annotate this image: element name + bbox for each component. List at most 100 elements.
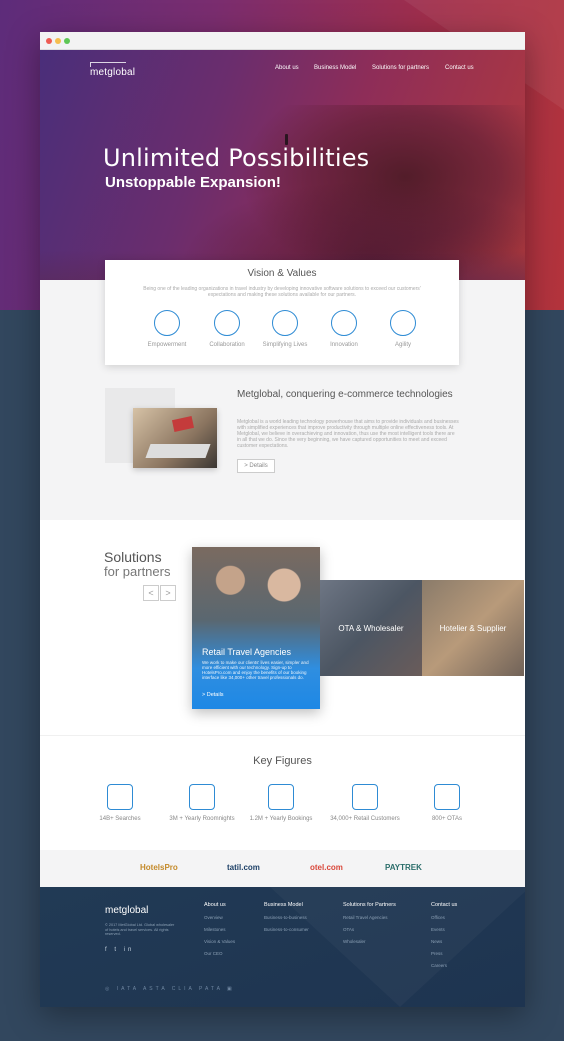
solution-tile-ota[interactable]: OTA & Wholesaler xyxy=(320,580,422,676)
map-pin-building-icon xyxy=(268,784,294,810)
value-label: Simplifying Lives xyxy=(262,342,308,348)
solutions-section: Solutions for partners < > Retail Travel… xyxy=(40,520,525,735)
nav-about[interactable]: About us xyxy=(275,65,299,71)
building-icon xyxy=(189,784,215,810)
partners-bar: HotelsPro tatil.com otel.com PAYTREK xyxy=(40,850,525,887)
browser-window: metglobal About us Business Model Soluti… xyxy=(40,32,525,1007)
membership-badges: ◎ IATA ASTA CLIA PATA ▣ xyxy=(105,986,235,992)
hero-section: metglobal About us Business Model Soluti… xyxy=(40,50,525,280)
footer-heading: Contact us xyxy=(431,902,458,908)
credit-card xyxy=(171,416,195,432)
value-simplifying: Simplifying Lives xyxy=(255,310,315,348)
people-photo xyxy=(192,547,320,642)
footer-link[interactable]: Retail Travel Agencies xyxy=(343,915,396,920)
kf-label: 14B+ Searches xyxy=(99,816,141,822)
footer-link[interactable]: Press xyxy=(431,951,457,956)
close-dot-icon[interactable] xyxy=(46,38,52,44)
partner-tatil[interactable]: tatil.com xyxy=(227,863,260,872)
next-arrow-button[interactable]: > xyxy=(160,585,176,601)
about-text: Metglobal is a world leading technology … xyxy=(237,419,459,449)
value-collaboration: Collaboration xyxy=(197,310,257,348)
kf-otas: 800+ OTAs xyxy=(412,784,482,823)
footer-link[interactable]: OTAs xyxy=(343,927,396,932)
minimize-dot-icon[interactable] xyxy=(55,38,61,44)
kf-label: 3M + Yearly Roomnights xyxy=(169,816,235,822)
value-empowerment: Empowerment xyxy=(137,310,197,348)
solution-card-title: Retail Travel Agencies xyxy=(202,647,292,657)
solution-card-details-link[interactable]: > Details xyxy=(202,692,224,698)
value-label: Empowerment xyxy=(147,342,187,348)
nav-business-model[interactable]: Business Model xyxy=(314,65,356,71)
browser-chrome xyxy=(40,32,525,50)
vision-card: Vision & Values Being one of the leading… xyxy=(105,260,459,365)
kf-label: 1.2M + Yearly Bookings xyxy=(249,816,313,822)
arrows-up-icon xyxy=(390,310,416,336)
about-title: Metglobal, conquering e-commerce technol… xyxy=(237,389,453,400)
footer-link[interactable]: News xyxy=(431,939,457,944)
social-icons[interactable]: f t in xyxy=(105,947,134,953)
key-figures-section: Key Figures 14B+ Searches 3M + Yearly Ro… xyxy=(40,735,525,850)
people-icon xyxy=(352,784,378,810)
footer-link[interactable]: Careers xyxy=(431,963,457,968)
value-label: Innovation xyxy=(330,342,358,348)
magnifier-icon xyxy=(107,784,133,810)
empowerment-icon xyxy=(154,310,180,336)
about-details-button[interactable]: > Details xyxy=(237,459,275,473)
footer-logo[interactable]: metglobal xyxy=(105,905,148,916)
vision-text: Being one of the leading organizations i… xyxy=(143,286,421,298)
kf-label: 34,000+ Retail Customers xyxy=(330,816,400,822)
partner-paytrek[interactable]: PAYTREK xyxy=(385,863,422,872)
hero-title: Unlimited Possibilities xyxy=(103,144,370,172)
tile-label: Hotelier & Supplier xyxy=(439,624,507,633)
key-figures-title: Key Figures xyxy=(253,755,312,767)
value-label: Agility xyxy=(394,342,411,348)
footer-col-contact: Contact us Offices Events News Press Car… xyxy=(431,902,457,975)
circles-icon xyxy=(272,310,298,336)
value-agility: Agility xyxy=(373,310,433,348)
value-innovation: Innovation xyxy=(314,310,374,348)
laptop-keyboard xyxy=(145,444,211,458)
vision-section: Vision & Values Being one of the leading… xyxy=(40,260,525,520)
solution-tile-hotelier[interactable]: Hotelier & Supplier xyxy=(422,580,524,676)
partner-otel[interactable]: otel.com xyxy=(310,863,343,872)
footer-link[interactable]: Business-to-business xyxy=(264,915,309,920)
main-nav: About us Business Model Solutions for pa… xyxy=(40,65,525,75)
site-footer: metglobal © 2017 MetGlobal Ltd. Global w… xyxy=(40,887,525,1007)
tile-label: OTA & Wholesaler xyxy=(338,624,404,633)
footer-col-business: Business Model Business-to-business Busi… xyxy=(264,902,309,939)
footer-heading: Solutions for Partners xyxy=(343,902,396,908)
footer-link[interactable]: Offices xyxy=(431,915,457,920)
partner-hotelspro[interactable]: HotelsPro xyxy=(140,863,178,872)
vision-title: Vision & Values xyxy=(247,268,317,279)
footer-link[interactable]: Our CEO xyxy=(204,951,235,956)
storefront-icon xyxy=(434,784,460,810)
footer-col-about: About us Overview Milestones Vision & Va… xyxy=(204,902,235,963)
value-label: Collaboration xyxy=(209,342,245,348)
footer-link[interactable]: Milestones xyxy=(204,927,235,932)
kf-customers: 34,000+ Retail Customers xyxy=(330,784,400,823)
footer-link[interactable]: Wholesaler xyxy=(343,939,396,944)
hero-subtitle: Unstoppable Expansion! xyxy=(105,174,281,191)
footer-link[interactable]: Vision & Values xyxy=(204,939,235,944)
kf-bookings: 1.2M + Yearly Bookings xyxy=(246,784,316,823)
solution-card-retail[interactable]: Retail Travel Agencies We work to make o… xyxy=(192,547,320,709)
maximize-dot-icon[interactable] xyxy=(64,38,70,44)
footer-heading: Business Model xyxy=(264,902,303,908)
footer-link[interactable]: Business-to-consumer xyxy=(264,927,309,932)
nav-contact[interactable]: Contact us xyxy=(445,65,474,71)
footer-heading: About us xyxy=(204,902,226,908)
solutions-title: Solutions xyxy=(104,549,162,565)
nav-solutions[interactable]: Solutions for partners xyxy=(372,65,429,71)
kf-searches: 14B+ Searches xyxy=(85,784,155,823)
solutions-subtitle: for partners xyxy=(104,564,171,579)
handshake-icon xyxy=(214,310,240,336)
footer-link[interactable]: Overview xyxy=(204,915,235,920)
footer-col-solutions: Solutions for Partners Retail Travel Age… xyxy=(343,902,396,951)
kf-roomnights: 3M + Yearly Roomnights xyxy=(167,784,237,823)
solution-card-text: We work to make our clients' lives easie… xyxy=(202,660,309,680)
prev-arrow-button[interactable]: < xyxy=(143,585,159,601)
footer-link[interactable]: Events xyxy=(431,927,457,932)
about-image xyxy=(133,408,217,468)
footer-copyright: © 2017 MetGlobal Ltd. Global wholesaler … xyxy=(105,923,175,936)
brain-icon xyxy=(331,310,357,336)
